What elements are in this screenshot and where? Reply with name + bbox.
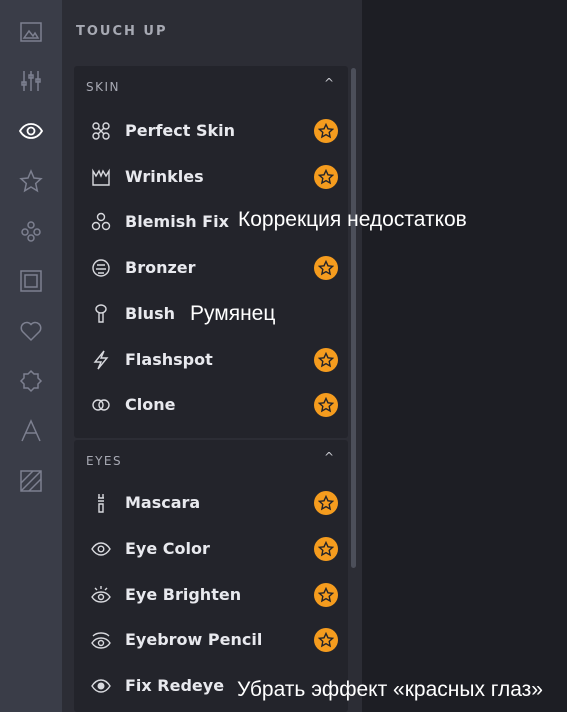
tool-label: Fix Redeye [125, 676, 225, 695]
tool-item-perfect-skin[interactable]: Perfect Skin [74, 111, 348, 151]
premium-star-icon [314, 393, 338, 417]
tool-label: Blemish Fix [125, 212, 229, 231]
annotation-fix-redeye: Убрать эффект «красных глаз» [237, 678, 543, 701]
lightning-icon [90, 349, 112, 371]
chevron-up-icon[interactable]: ^ [324, 76, 334, 90]
eye-icon[interactable] [18, 118, 44, 144]
tool-item-eye-color[interactable]: Eye Color [74, 529, 348, 569]
eye-brighten-icon [90, 584, 112, 606]
eyes-section: EYES ^ Mascara Eye Color Eye Brighten Ey… [74, 440, 348, 712]
tool-item-eye-brighten[interactable]: Eye Brighten [74, 575, 348, 615]
text-icon[interactable] [18, 418, 44, 444]
premium-star-icon [314, 256, 338, 280]
touch-up-panel: TOUCH UP SKIN ^ Perfect Skin Wrinkles Bl… [62, 0, 362, 712]
star-icon[interactable] [18, 168, 44, 194]
sparkle-icon [90, 120, 112, 142]
panel-scrollbar[interactable] [351, 68, 356, 568]
mascara-icon [90, 492, 112, 514]
tool-item-mascara[interactable]: Mascara [74, 483, 348, 523]
tool-item-bronzer[interactable]: Bronzer [74, 248, 348, 288]
tool-label: Eye Color [125, 539, 210, 558]
tool-item-eyebrow-pencil[interactable]: Eyebrow Pencil [74, 620, 348, 660]
tool-label: Bronzer [125, 258, 196, 277]
premium-star-icon [314, 491, 338, 515]
premium-star-icon [314, 348, 338, 372]
tool-item-flashspot[interactable]: Flashspot [74, 340, 348, 380]
tool-label: Eyebrow Pencil [125, 630, 263, 649]
clone-rings-icon [90, 394, 112, 416]
premium-star-icon [314, 537, 338, 561]
tool-label: Flashspot [125, 350, 213, 369]
tool-item-clone[interactable]: Clone [74, 385, 348, 425]
annotation-blemish-fix: Коррекция недостатков [238, 208, 467, 231]
panel-title: TOUCH UP [76, 24, 168, 39]
heart-icon[interactable] [18, 318, 44, 344]
eye-icon [90, 538, 112, 560]
eye-icon [90, 675, 112, 697]
premium-star-icon [314, 119, 338, 143]
sliders-icon[interactable] [18, 68, 44, 94]
effects-icon[interactable] [18, 218, 44, 244]
skin-section: SKIN ^ Perfect Skin Wrinkles Blemish Fix [74, 66, 348, 438]
blemish-icon [90, 211, 112, 233]
section-header-skin[interactable]: SKIN [86, 80, 120, 94]
image-icon[interactable] [18, 19, 44, 45]
annotation-blush: Румянец [190, 302, 276, 325]
frame-icon[interactable] [18, 268, 44, 294]
tool-label: Blush [125, 304, 175, 323]
premium-star-icon [314, 628, 338, 652]
tool-label: Perfect Skin [125, 121, 236, 140]
blush-brush-icon [90, 303, 112, 325]
premium-star-icon [314, 583, 338, 607]
section-header-eyes[interactable]: EYES [86, 454, 122, 468]
premium-star-icon [314, 165, 338, 189]
eyebrow-icon [90, 629, 112, 651]
tool-item-wrinkles[interactable]: Wrinkles [74, 157, 348, 197]
tool-label: Eye Brighten [125, 585, 242, 604]
badge-icon[interactable] [18, 368, 44, 394]
tool-label: Clone [125, 395, 176, 414]
bronzer-icon [90, 257, 112, 279]
tool-label: Wrinkles [125, 167, 204, 186]
chevron-up-icon[interactable]: ^ [324, 450, 334, 464]
wrinkles-icon [90, 166, 112, 188]
tool-label: Mascara [125, 493, 201, 512]
tool-rail [0, 0, 62, 712]
texture-icon[interactable] [18, 468, 44, 494]
